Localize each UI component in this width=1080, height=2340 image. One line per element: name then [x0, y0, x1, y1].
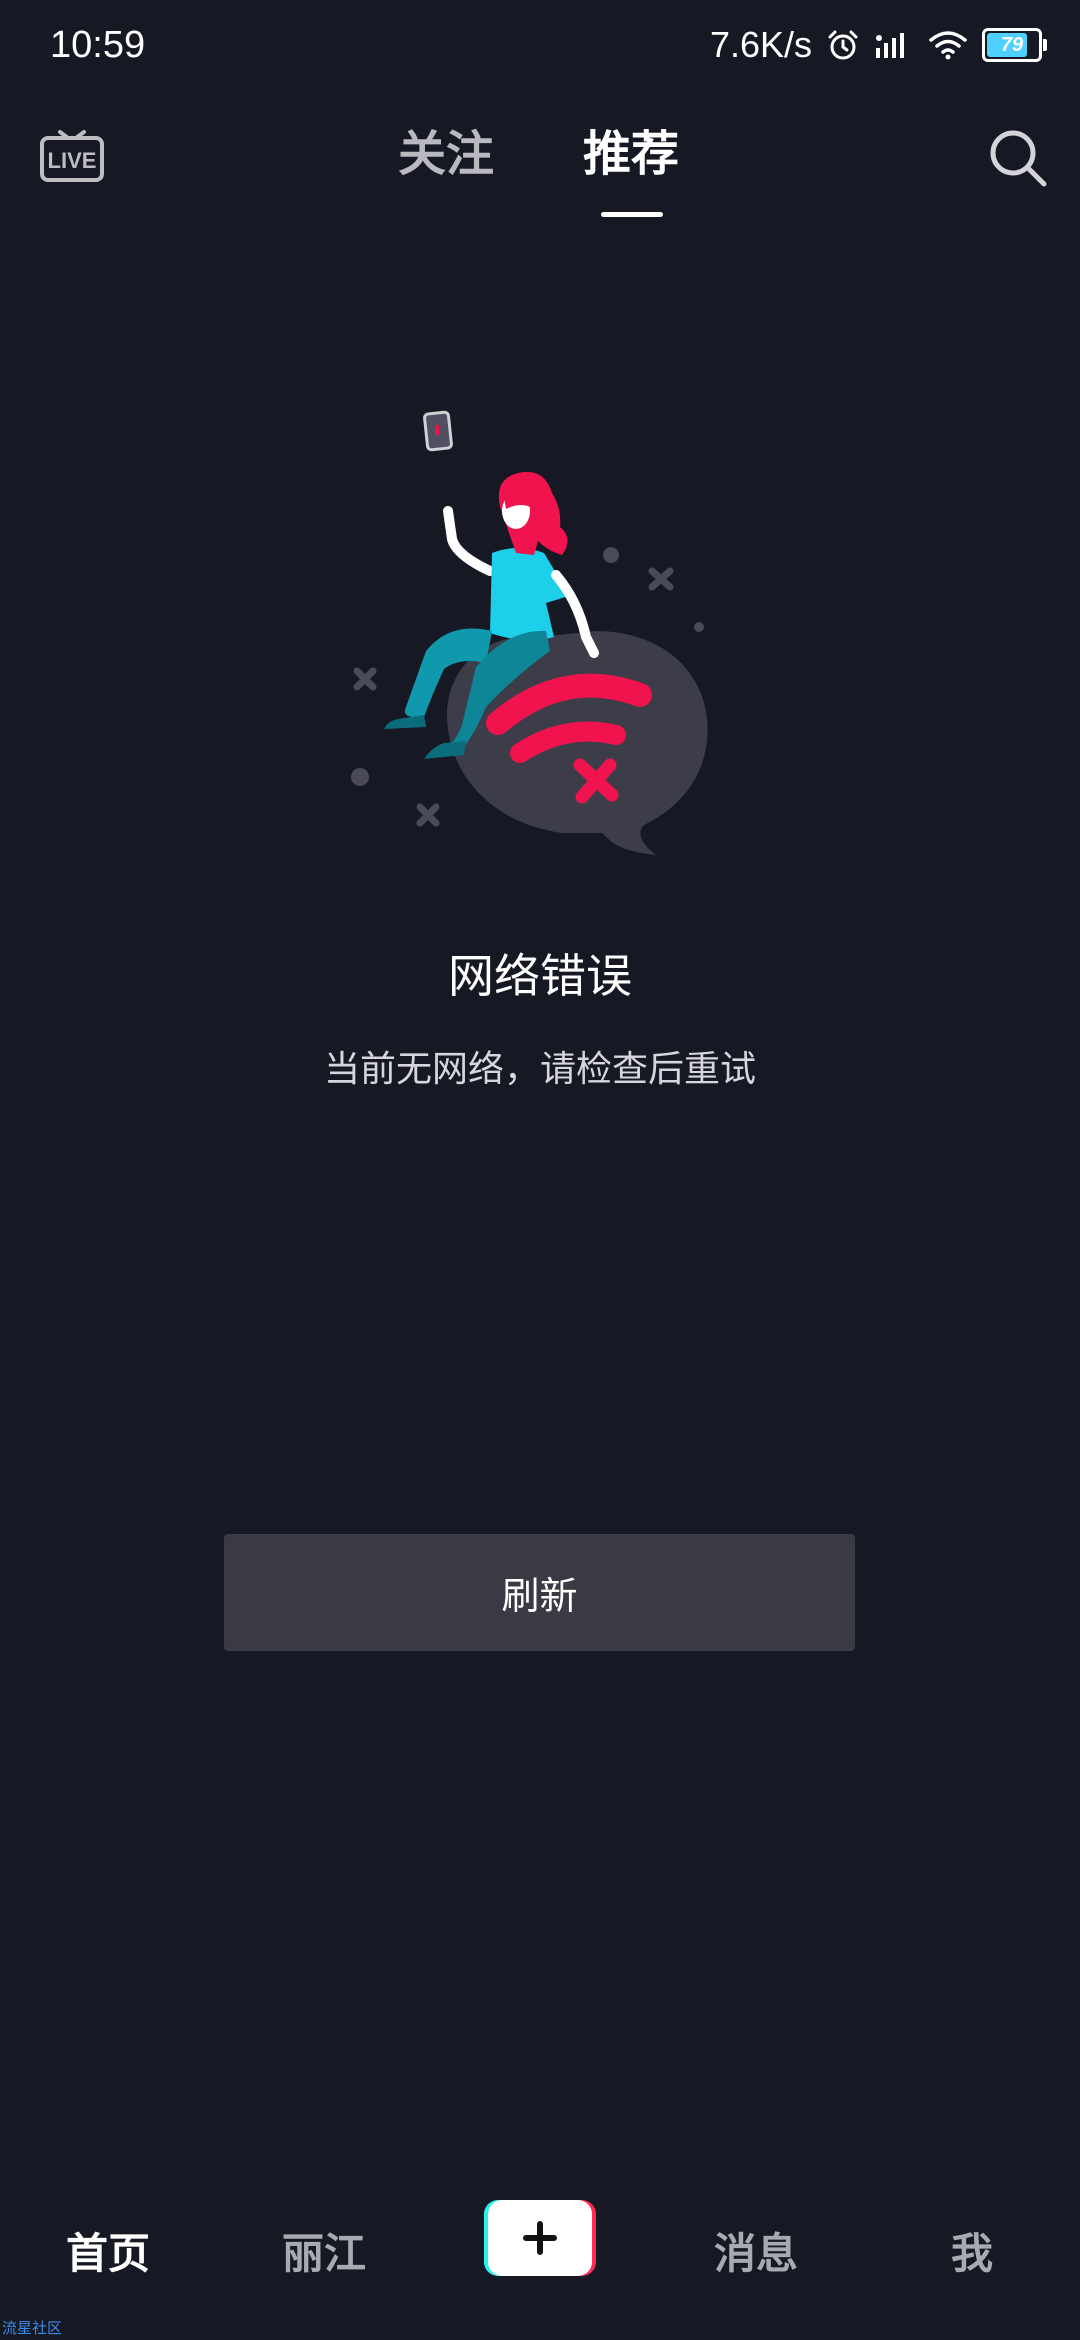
- error-title: 网络错误: [448, 949, 632, 1003]
- tab-active-indicator: [601, 212, 663, 217]
- status-time: 10:59: [50, 24, 146, 66]
- nav-messages[interactable]: 消息: [676, 2220, 836, 2281]
- status-bar: 10:59 7.6K/s 79: [0, 0, 1080, 100]
- network-speed: 7.6K/s: [709, 24, 812, 65]
- create-button-face: [488, 2200, 592, 2276]
- refresh-button[interactable]: 刷新: [224, 1534, 855, 1651]
- tab-follow[interactable]: 关注: [398, 124, 494, 184]
- nav-home[interactable]: 首页: [28, 2220, 188, 2281]
- live-tv-icon[interactable]: LIVE: [38, 120, 106, 188]
- girl-on-no-wifi-bubble-illustration: [351, 410, 708, 855]
- bottom-nav: 首页 丽江 消息 我: [0, 2190, 1080, 2310]
- error-subtitle: 当前无网络，请检查后重试: [323, 1049, 756, 1090]
- alarm-icon: [828, 30, 858, 60]
- nav-city[interactable]: 丽江: [244, 2220, 404, 2281]
- watermark: 流星社区: [2, 2319, 63, 2337]
- tab-recommend[interactable]: 推荐: [583, 124, 679, 184]
- top-nav: LIVE 关注 推荐: [0, 120, 1080, 230]
- search-icon[interactable]: [986, 126, 1050, 190]
- battery-icon: 79: [982, 28, 1047, 62]
- svg-text:LIVE: LIVE: [48, 148, 97, 173]
- create-button[interactable]: [484, 2200, 596, 2276]
- plus-icon: [523, 2221, 557, 2255]
- signal-icon: [876, 33, 904, 58]
- status-icons: 7.6K/s 79: [709, 24, 1047, 66]
- wifi-icon: [929, 31, 967, 60]
- battery-level: 79: [1000, 33, 1024, 56]
- nav-me[interactable]: 我: [892, 2220, 1052, 2281]
